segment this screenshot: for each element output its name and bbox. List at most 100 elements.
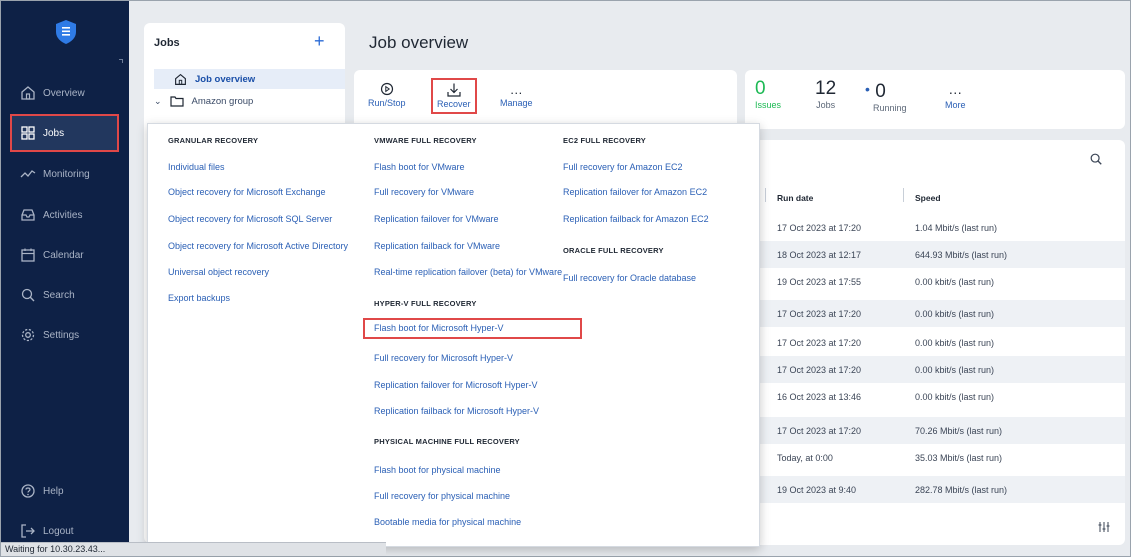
tree-item-job-overview[interactable]: Job overview bbox=[154, 69, 345, 89]
sidebar: Overview Jobs Monitoring Activities Cale… bbox=[1, 1, 129, 556]
run-date-cell: Today, at 0:00 bbox=[777, 453, 833, 463]
more-label: More bbox=[945, 100, 966, 110]
menu-item-full-recovery-physical[interactable]: Full recovery for physical machine bbox=[374, 491, 510, 501]
run-stop-label: Run/Stop bbox=[368, 98, 406, 108]
home-icon bbox=[174, 73, 187, 86]
pulse-icon bbox=[19, 165, 37, 183]
menu-item-flash-boot-hyperv[interactable]: Flash boot for Microsoft Hyper-V bbox=[363, 318, 582, 339]
speed-cell: 35.03 Mbit/s (last run) bbox=[915, 453, 1003, 463]
menu-item-flash-boot-physical[interactable]: Flash boot for physical machine bbox=[374, 465, 501, 475]
menu-section-vmware: VMWARE FULL RECOVERY bbox=[374, 136, 477, 145]
jobs-label: Jobs bbox=[816, 100, 836, 110]
recover-dropdown-menu: GRANULAR RECOVERY Individual files Objec… bbox=[147, 123, 760, 547]
tree-item-label: Job overview bbox=[195, 73, 256, 85]
speed-cell: 0.00 kbit/s (last run) bbox=[915, 277, 995, 287]
menu-item-realtime-failover-vmware[interactable]: Real-time replication failover (beta) fo… bbox=[374, 267, 562, 277]
menu-item-bootable-media-physical[interactable]: Bootable media for physical machine bbox=[374, 517, 521, 527]
sidebar-collapse-icon[interactable] bbox=[119, 59, 123, 63]
menu-item-flash-boot-vmware[interactable]: Flash boot for VMware bbox=[374, 162, 465, 172]
menu-item-replication-failback-ec2[interactable]: Replication failback for Amazon EC2 bbox=[563, 214, 709, 224]
sidebar-item-label: Help bbox=[43, 485, 64, 497]
menu-item-sql-server[interactable]: Object recovery for Microsoft SQL Server bbox=[168, 214, 332, 224]
manage-label: Manage bbox=[500, 98, 533, 108]
menu-item-exchange[interactable]: Object recovery for Microsoft Exchange bbox=[168, 187, 326, 197]
sidebar-item-overview[interactable]: Overview bbox=[9, 77, 121, 109]
chevron-down-icon[interactable]: ⌄ bbox=[154, 96, 162, 107]
menu-item-full-recovery-oracle[interactable]: Full recovery for Oracle database bbox=[563, 273, 696, 283]
stat-running[interactable]: • 0 Running bbox=[863, 78, 907, 113]
menu-item-replication-failover-hyperv[interactable]: Replication failover for Microsoft Hyper… bbox=[374, 380, 538, 390]
manage-button[interactable]: … Manage bbox=[500, 80, 533, 109]
column-header-speed[interactable]: Speed bbox=[915, 193, 941, 203]
sidebar-item-label: Logout bbox=[43, 525, 74, 537]
stat-issues[interactable]: 0 Issues bbox=[755, 78, 781, 110]
sidebar-item-label: Jobs bbox=[43, 127, 65, 139]
inbox-icon bbox=[19, 206, 37, 224]
run-date-cell: 17 Oct 2023 at 17:20 bbox=[777, 223, 862, 233]
menu-item-replication-failover-vmware[interactable]: Replication failover for VMware bbox=[374, 214, 499, 224]
table-row[interactable]: 16 Oct 2023 at 13:46 0.00 kbit/s (last ru… bbox=[759, 383, 1125, 410]
tree-item-amazon-group[interactable]: ⌄ Amazon group bbox=[154, 95, 253, 107]
menu-section-granular: GRANULAR RECOVERY bbox=[168, 136, 259, 145]
table-row[interactable]: 19 Oct 2023 at 17:55 0.00 kbit/s (last ru… bbox=[759, 268, 1125, 295]
sidebar-item-label: Monitoring bbox=[43, 168, 90, 180]
recover-button[interactable]: Recover bbox=[431, 78, 477, 114]
run-date-cell: 17 Oct 2023 at 17:20 bbox=[777, 338, 862, 348]
menu-item-active-directory[interactable]: Object recovery for Microsoft Active Dir… bbox=[168, 241, 348, 251]
speed-cell: 0.00 kbit/s (last run) bbox=[915, 309, 995, 319]
menu-item-individual-files[interactable]: Individual files bbox=[168, 162, 225, 172]
menu-item-replication-failover-ec2[interactable]: Replication failover for Amazon EC2 bbox=[563, 187, 707, 197]
menu-item-replication-failback-hyperv[interactable]: Replication failback for Microsoft Hyper… bbox=[374, 406, 539, 416]
column-separator bbox=[903, 188, 904, 202]
menu-item-replication-failback-vmware[interactable]: Replication failback for VMware bbox=[374, 241, 500, 251]
speed-cell: 282.78 Mbit/s (last run) bbox=[915, 485, 1008, 495]
stat-more[interactable]: … More bbox=[945, 78, 966, 110]
more-dots-icon: … bbox=[509, 81, 523, 97]
play-circle-icon bbox=[380, 80, 394, 98]
run-date-cell: 19 Oct 2023 at 17:55 bbox=[777, 277, 862, 287]
running-dot-icon: • bbox=[865, 81, 870, 97]
run-date-cell: 16 Oct 2023 at 13:46 bbox=[777, 392, 862, 402]
running-label: Running bbox=[873, 103, 907, 113]
search-icon[interactable] bbox=[1089, 152, 1103, 166]
run-date-cell: 18 Oct 2023 at 12:17 bbox=[777, 250, 862, 260]
sidebar-item-label: Activities bbox=[43, 209, 83, 221]
table-row[interactable]: 17 Oct 2023 at 17:20 0.00 kbit/s (last ru… bbox=[759, 356, 1125, 383]
menu-item-full-recovery-hyperv[interactable]: Full recovery for Microsoft Hyper-V bbox=[374, 353, 513, 363]
sidebar-item-activities[interactable]: Activities bbox=[9, 199, 121, 231]
grid-icon bbox=[19, 124, 37, 142]
run-stop-button[interactable]: Run/Stop bbox=[368, 80, 406, 108]
issues-label: Issues bbox=[755, 100, 782, 110]
table-row[interactable]: 17 Oct 2023 at 17:20 0.00 kbit/s (last ru… bbox=[759, 300, 1125, 327]
run-date-cell: 17 Oct 2023 at 17:20 bbox=[777, 426, 862, 436]
sidebar-item-settings[interactable]: Settings bbox=[9, 319, 121, 351]
column-settings-icon[interactable] bbox=[1098, 521, 1110, 533]
menu-section-hyperv: HYPER-V FULL RECOVERY bbox=[374, 299, 477, 308]
table-row[interactable]: 18 Oct 2023 at 12:17 644.93 Mbit/s (last … bbox=[759, 241, 1125, 268]
table-row[interactable]: 17 Oct 2023 at 17:20 70.26 Mbit/s (last r… bbox=[759, 417, 1125, 444]
menu-item-export-backups[interactable]: Export backups bbox=[168, 293, 230, 303]
sidebar-item-jobs[interactable]: Jobs bbox=[10, 114, 119, 152]
stat-jobs[interactable]: 12 Jobs bbox=[815, 78, 836, 110]
gear-icon bbox=[19, 326, 37, 344]
menu-item-universal-object[interactable]: Universal object recovery bbox=[168, 267, 269, 277]
add-job-button[interactable]: + bbox=[314, 31, 325, 51]
menu-item-full-recovery-ec2[interactable]: Full recovery for Amazon EC2 bbox=[563, 162, 683, 172]
table-row[interactable]: 17 Oct 2023 at 17:20 1.04 Mbit/s (last ru… bbox=[759, 214, 1125, 241]
speed-cell: 1.04 Mbit/s (last run) bbox=[915, 223, 998, 233]
speed-cell: 0.00 kbit/s (last run) bbox=[915, 392, 995, 402]
sidebar-item-monitoring[interactable]: Monitoring bbox=[9, 158, 121, 190]
sidebar-item-calendar[interactable]: Calendar bbox=[9, 239, 121, 271]
table-row[interactable]: 17 Oct 2023 at 17:20 0.00 kbit/s (last ru… bbox=[759, 329, 1125, 356]
download-icon bbox=[446, 81, 462, 99]
sidebar-item-help[interactable]: Help bbox=[9, 475, 121, 507]
table-row[interactable]: Today, at 0:00 35.03 Mbit/s (last run) bbox=[759, 444, 1125, 471]
sidebar-item-label: Settings bbox=[43, 329, 80, 341]
sidebar-item-search[interactable]: Search bbox=[9, 279, 121, 311]
speed-cell: 70.26 Mbit/s (last run) bbox=[915, 426, 1003, 436]
column-header-run-date[interactable]: Run date bbox=[777, 193, 813, 203]
jobs-panel-title: Jobs bbox=[154, 37, 180, 49]
table-row[interactable]: 19 Oct 2023 at 9:40 282.78 Mbit/s (last r… bbox=[759, 476, 1125, 503]
menu-item-full-recovery-vmware[interactable]: Full recovery for VMware bbox=[374, 187, 474, 197]
search-icon bbox=[19, 286, 37, 304]
